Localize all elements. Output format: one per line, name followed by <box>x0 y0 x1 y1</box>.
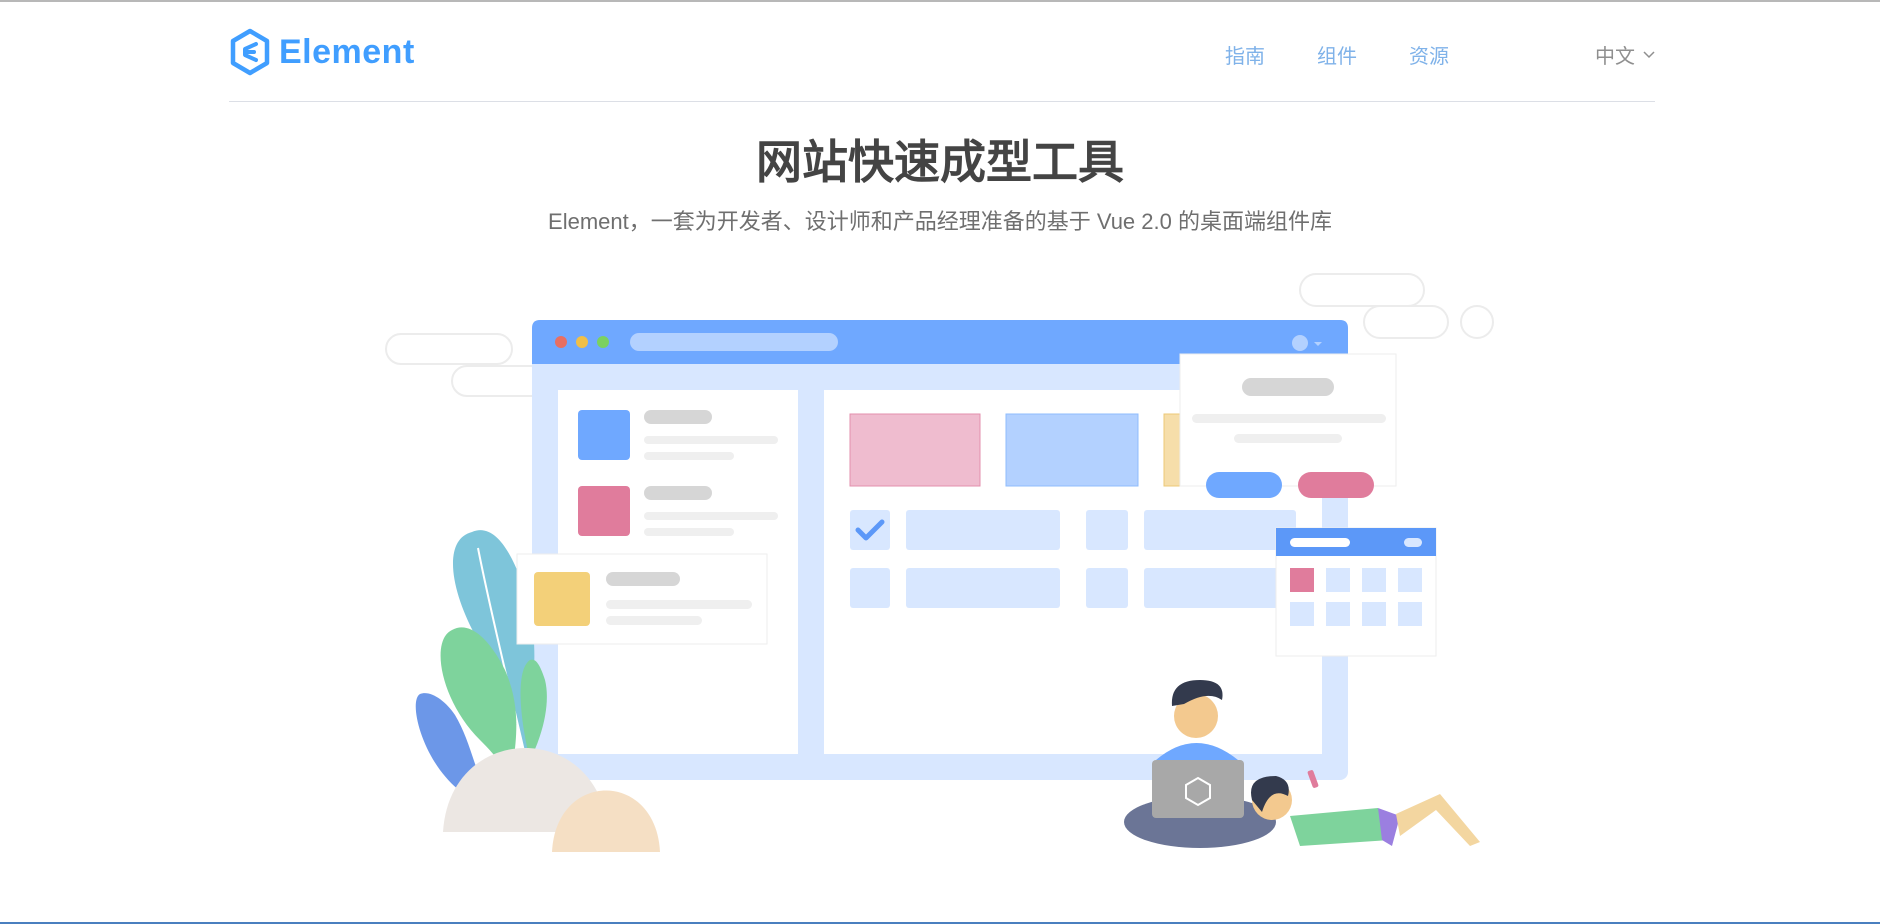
list-card <box>516 553 768 645</box>
cloud-left <box>385 333 547 397</box>
dialog-card <box>1179 353 1397 498</box>
hero-illustration <box>385 273 1494 852</box>
calendar-card <box>1275 527 1437 657</box>
